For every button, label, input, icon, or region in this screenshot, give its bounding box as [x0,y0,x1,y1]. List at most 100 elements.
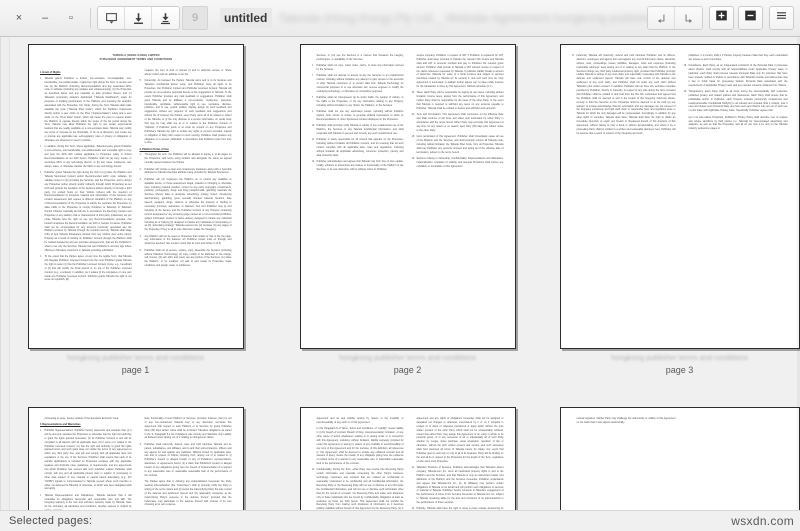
paragraph: 18. Compliance. Each Party, as an indepen… [683,64,788,87]
list-marker: 11. [411,466,415,470]
zoom-in-icon [715,9,728,27]
section-heading: 2. Platform Terms of Use [139,147,169,151]
page-cell[interactable]: manual signature. Neither Party may chal… [554,407,800,510]
paragraph: published, it is hereby shall it if Part… [688,54,788,61]
zoom-group [709,6,763,30]
paragraph: 5. Ownership. As between the Parties, Tab… [139,79,232,145]
column-right [684,417,788,510]
list-marker: 2. [139,167,142,171]
list-marker: 10. [311,124,315,128]
page-label: hongkong publisher terms and conditions … [339,353,476,376]
page-thumbnail[interactable]: Agreement and as and Liability arising b… [299,407,516,510]
list-marker: 2. [39,493,42,497]
list-marker: 5. [139,79,142,83]
zoom-out-button[interactable] [738,6,763,30]
site-watermark: wsxdn.com [731,514,794,528]
list-marker: 1. [39,429,42,433]
page-count-field[interactable]: 9 [182,6,208,30]
document-title-area: untitled Taboola (Hong Kong) Pty Ltd _ W… [220,6,647,30]
list-marker: 9. [311,110,314,114]
two-column-body: 17. Indemnity. Taboola will indemnify, de… [572,54,788,340]
heading-line-2: PUBLISHER AGREEMENT TERMS AND CONDITIONS [99,57,172,62]
list-marker: 3. [139,442,142,446]
list-marker: 2. [39,145,42,149]
two-column-body: manual signature. Neither Party may chal… [572,417,788,510]
page-thumbnail[interactable]: manual signature. Neither Party may chal… [559,407,800,510]
paragraph: manual signature. Neither Party may chal… [576,417,676,424]
canvas-left-gutter [1,37,10,510]
page-cell[interactable]: processing to issue, hereby outside of t… [10,407,261,510]
page-content: processing to issue, hereby outside of t… [40,417,232,510]
paragraph: 1. Publisher Representations. Publisher h… [39,429,132,491]
page-number: page 2 [393,365,422,376]
paragraph: Services, or (xii) use the Services in a… [316,54,404,61]
paragraph: 17. Indemnity. Taboola will indemnify, de… [571,54,676,135]
column-left: 1. Grant of Rights 1. Taboola grants Publi… [40,69,132,340]
paragraph: 13. Taxes. Each Party will be responsible… [411,91,504,110]
document-subtitle-redacted: Taboola (Hong Kong) Pty Ltd _ Website Ag… [278,11,647,25]
paragraph: 4. Any Platform will not be used on Prope… [139,234,232,246]
column-right: measure the sum of click or interest (i)… [140,69,232,340]
document-title[interactable]: untitled [220,8,273,28]
column-right: service company, Publisher, in respect o… [412,54,504,340]
column-left: Agreement and as and Liability arising b… [312,417,404,510]
list-marker: 5. [139,248,142,252]
save-button[interactable] [125,7,152,29]
page-cell[interactable]: 17. Indemnity. Taboola will indemnify, de… [554,44,800,376]
column-right: Agreement and any rights or obligations … [412,417,504,510]
close-window-button[interactable]: × [6,7,32,29]
menu-button[interactable] [769,6,794,30]
paragraph: 11. Publisher is solely responsible for a… [311,138,404,157]
section-heading: 3. Representations and Warranties [39,423,81,427]
maximize-window-button[interactable]: ▫ [58,7,84,29]
paragraph: 4. To the extent that the Parties agree, … [39,255,132,282]
export-button[interactable] [98,7,125,29]
paragraph: 16. Sections relating to Ownership, Confi… [411,156,504,168]
page-thumbnail-canvas[interactable]: TABOOLA (HONG KONG) LIMITED PUBLISHER AG… [0,37,800,510]
list-marker: 15. [411,135,415,139]
list-marker: 3. [39,171,42,175]
paragraph: laws, functionality of such Platform or … [144,417,232,440]
thumbnail-row-1: TABOOLA (HONG KONG) LIMITED PUBLISHER AG… [10,44,800,376]
list-marker: 4. [139,234,142,238]
paragraph: 15. Upon termination of this Agreement, P… [411,135,504,154]
page-filename: hongkong publisher terms and conditions [67,353,204,362]
page-content: Services, or (xii) use the Services in a… [312,54,504,340]
paragraph: measure the sum of click or interest (i)… [144,69,232,76]
list-marker: 12. [311,160,315,164]
page-thumbnail[interactable]: processing to issue, hereby outside of t… [27,407,244,510]
list-marker: 10. [311,468,315,472]
download-all-icon [159,12,172,25]
paragraph: Agreement and as and Liability arising b… [316,417,404,424]
save-as-button[interactable] [152,7,179,29]
paragraph: 1. Taboola grants Publisher a limited, no… [39,76,132,143]
paragraph: 2. In addition, during this Term, where a… [39,145,132,168]
toolbar-divider [90,8,91,28]
page-cell[interactable]: Services, or (xii) use the Services in a… [282,44,533,376]
list-marker: 17. [571,54,575,57]
paragraph: 7. Publisher shall not attempt to access … [311,74,404,93]
paragraph: 10. Confidentiality. During the Term, eit… [311,468,404,510]
rotate-right-button[interactable] [675,7,702,29]
paragraph: 8. Publisher shall not misrepresent (a) i… [311,96,404,107]
page-content: TABOOLA (HONG KONG) LIMITED PUBLISHER AG… [40,54,232,340]
window-titlebar: × – ▫ 9 untitled Taboola (Hong Kong) Pty… [0,0,800,37]
maximize-icon: ▫ [69,11,73,24]
paragraph: 2. Publisher will include a clear and con… [139,167,232,175]
page-thumbnail[interactable]: TABOOLA (HONG KONG) LIMITED PUBLISHER AG… [27,44,244,349]
list-marker: 11. [311,138,315,142]
list-marker: 18. [683,64,687,68]
paragraph: 9. Publisher shall not use any automated … [311,110,404,122]
page-filename: hongkong publisher terms and conditions [339,353,476,362]
page-thumbnail[interactable]: 17. Indemnity. Taboola will indemnify, de… [559,44,800,349]
zoom-in-button[interactable] [709,6,734,30]
page-content: 17. Indemnity. Taboola will indemnify, de… [572,54,788,340]
page-cell[interactable]: Agreement and as and Liability arising b… [282,407,533,510]
page-thumbnail[interactable]: Services, or (xii) use the Services in a… [299,44,516,349]
page-label: hongkong publisher terms and conditions … [611,353,748,376]
minimize-window-button[interactable]: – [32,7,58,29]
page-cell[interactable]: TABOOLA (HONG KONG) LIMITED PUBLISHER AG… [10,44,261,376]
right-toolbar-group [647,6,794,30]
paragraph: 3. Publisher grants Taboola the right dur… [39,171,132,252]
rotate-left-button[interactable] [648,7,675,29]
